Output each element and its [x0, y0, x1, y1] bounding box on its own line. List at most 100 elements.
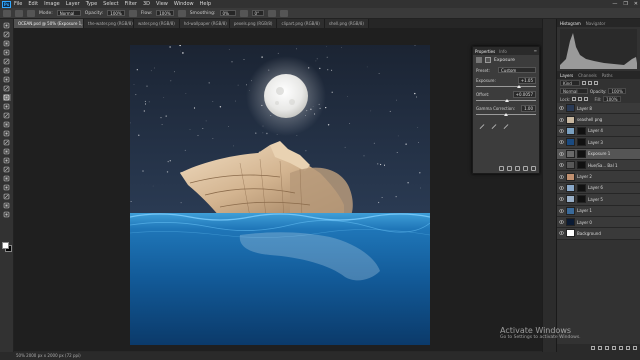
foreground-color-swatch[interactable]	[2, 242, 9, 249]
layer-row[interactable]: Background	[557, 228, 640, 240]
property-value-field[interactable]: 1.00	[521, 104, 536, 112]
layer-row[interactable]: Layer 2	[557, 171, 640, 183]
eraser-tool-icon[interactable]	[3, 121, 11, 128]
preset-select[interactable]: Custom	[498, 67, 536, 73]
layer-thumbnail[interactable]	[566, 161, 575, 170]
minimize-button[interactable]: —	[612, 1, 617, 7]
blend-mode-select[interactable]: Normal	[560, 88, 588, 94]
layer-row[interactable]: Hue/Sa... Bal 1	[557, 159, 640, 172]
menu-3d[interactable]: 3D	[140, 1, 153, 7]
filter-adjustment-icon[interactable]	[588, 81, 592, 85]
document-canvas[interactable]	[130, 45, 430, 345]
eye-icon[interactable]	[559, 163, 564, 167]
layer-mask-thumbnail[interactable]	[577, 126, 586, 135]
eye-icon[interactable]	[559, 231, 564, 236]
clip-to-layer-icon[interactable]	[499, 166, 504, 171]
menu-select[interactable]: Select	[100, 1, 121, 7]
document-tab[interactable]: clipart.png (RGB/8)	[277, 19, 325, 28]
filter-type-icon[interactable]	[594, 81, 598, 85]
document-tab[interactable]: water.png (RGB/8)	[134, 19, 180, 28]
lock-all-icon[interactable]	[584, 97, 589, 101]
eye-icon[interactable]	[559, 152, 564, 156]
layer-row[interactable]: seashell png	[557, 114, 640, 126]
layer-thumbnail[interactable]	[566, 172, 575, 181]
fill-field[interactable]: 100%	[603, 96, 621, 102]
maximize-button[interactable]: ❐	[623, 1, 627, 7]
black-point-eyedropper-icon[interactable]	[479, 123, 485, 129]
smoothing-options-icon[interactable]	[239, 9, 248, 17]
layer-thumbnail[interactable]	[566, 229, 575, 238]
layer-thumbnail[interactable]	[566, 126, 575, 135]
clone-stamp-tool-icon[interactable]	[3, 103, 11, 110]
kind-filter-select[interactable]: Kind	[560, 80, 580, 86]
rectangle-tool-icon[interactable]	[3, 184, 11, 191]
eye-icon[interactable]	[559, 220, 564, 224]
menu-type[interactable]: Type	[83, 1, 100, 7]
eye-icon[interactable]	[559, 129, 564, 133]
angle-field[interactable]: 0°	[251, 10, 264, 16]
layer-thumbnail[interactable]	[566, 115, 575, 124]
menu-edit[interactable]: Edit	[25, 1, 41, 7]
close-button[interactable]: ✕	[634, 1, 638, 7]
tab-channels[interactable]: Channels	[578, 73, 597, 78]
pen-tool-icon[interactable]	[3, 157, 11, 164]
menu-filter[interactable]: Filter	[122, 1, 140, 7]
delete-icon[interactable]	[531, 166, 536, 171]
menu-file[interactable]: File	[11, 1, 25, 7]
document-tab[interactable]: OCEAN.psd @ 50% (Exposure 1, RGB/8)	[14, 19, 84, 28]
airbrush-icon[interactable]	[177, 9, 186, 17]
layer-row[interactable]: Layer 4	[557, 125, 640, 138]
layer-mask-thumbnail[interactable]	[577, 161, 586, 170]
layer-row[interactable]: Layer 5	[557, 194, 640, 206]
document-tab[interactable]: hd-wallpaper (RGB/8)	[179, 19, 230, 28]
menu-image[interactable]: Image	[41, 1, 63, 7]
layer-thumbnail[interactable]	[566, 149, 575, 158]
marquee-tool-icon[interactable]	[3, 31, 11, 38]
flow-field[interactable]: 100%	[156, 10, 174, 16]
lasso-tool-icon[interactable]	[3, 40, 11, 47]
layer-row[interactable]: Exposure 1	[557, 148, 640, 160]
delete-layer-icon[interactable]	[633, 346, 637, 350]
gradient-tool-icon[interactable]	[3, 130, 11, 137]
lock-pixels-icon[interactable]	[572, 97, 577, 101]
layer-thumbnail[interactable]	[566, 183, 575, 192]
layer-opacity-field[interactable]: 100%	[608, 88, 626, 94]
tab-histogram[interactable]: Histogram	[560, 21, 581, 26]
eye-icon[interactable]	[559, 197, 564, 201]
dodge-tool-icon[interactable]	[3, 148, 11, 155]
menu-window[interactable]: Window	[171, 1, 197, 7]
document-tab[interactable]: the-water.png (RGB/8)	[84, 19, 134, 28]
blur-tool-icon[interactable]	[3, 139, 11, 146]
layer-row[interactable]: Layer 3	[557, 137, 640, 149]
layer-mask-thumbnail[interactable]	[577, 138, 586, 147]
brush-preset-icon[interactable]	[15, 9, 23, 17]
new-group-icon[interactable]	[619, 346, 623, 350]
crop-tool-icon[interactable]	[3, 58, 11, 65]
pressure-size-icon[interactable]	[267, 9, 276, 17]
reset-icon[interactable]	[515, 166, 520, 171]
adjustment-icon[interactable]	[476, 57, 482, 63]
brush-settings-icon[interactable]	[27, 9, 35, 17]
layer-thumbnail[interactable]	[566, 195, 575, 204]
lock-position-icon[interactable]	[578, 97, 583, 101]
layer-mask-thumbnail[interactable]	[577, 195, 586, 204]
home-icon[interactable]	[3, 9, 11, 17]
link-layers-icon[interactable]	[591, 346, 595, 350]
smoothing-field[interactable]: 0%	[219, 10, 236, 16]
eye-icon[interactable]	[559, 117, 564, 122]
view-previous-icon[interactable]	[507, 166, 512, 171]
menu-layer[interactable]: Layer	[63, 1, 83, 7]
eye-icon[interactable]	[559, 174, 564, 179]
layer-mask-thumbnail[interactable]	[577, 183, 586, 192]
quick-select-tool-icon[interactable]	[3, 49, 11, 56]
layer-row[interactable]: Layer 1	[557, 205, 640, 217]
type-tool-icon[interactable]	[3, 166, 11, 173]
new-layer-icon[interactable]	[626, 346, 630, 350]
tab-info[interactable]: Info	[499, 49, 507, 54]
document-tab[interactable]: pexels.png (RGB/8)	[229, 19, 278, 28]
slider-knob[interactable]	[505, 99, 510, 102]
layer-mask-thumbnail[interactable]	[577, 149, 586, 158]
eye-icon[interactable]	[559, 209, 564, 213]
slider-knob[interactable]	[517, 85, 522, 88]
eye-icon[interactable]	[559, 106, 564, 110]
